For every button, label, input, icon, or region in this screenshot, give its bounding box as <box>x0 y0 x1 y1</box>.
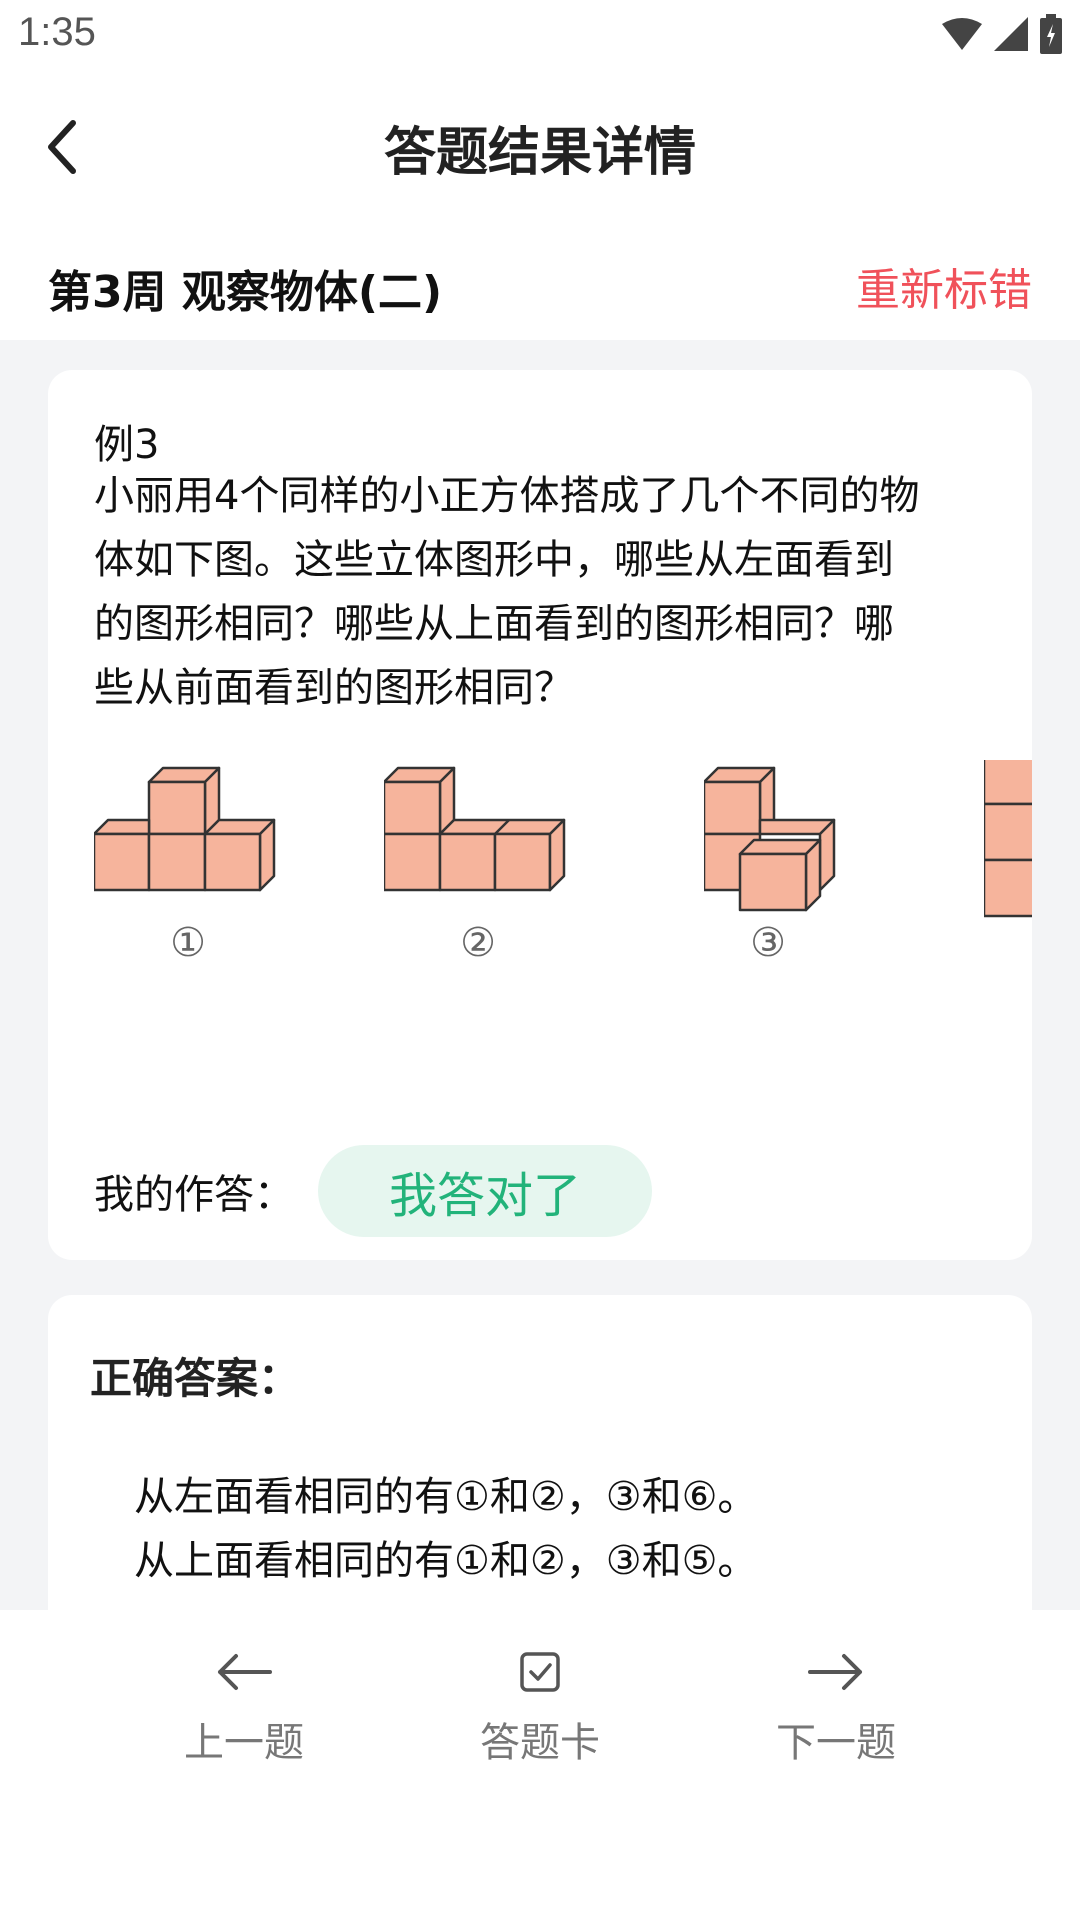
question-card: 例3 小丽用4个同样的小正方体搭成了几个不同的物 体如下图。这些立体图形中，哪些… <box>48 370 1032 1260</box>
bottom-nav: 上一题 答题卡 下一题 <box>0 1610 1080 1920</box>
cube-figure-3 <box>704 766 836 912</box>
my-answer-label: 我的作答： <box>94 1172 294 1218</box>
arrow-left-icon <box>218 1654 272 1690</box>
question-line: 些从前面看到的图形相同？ <box>94 665 574 711</box>
battery-icon <box>1040 14 1062 58</box>
app-header: 答题结果详情 <box>0 76 1080 216</box>
question-label: 例3 <box>94 422 160 468</box>
answer-line: 从左面看相同的有①和②，③和⑥。 <box>134 1474 758 1520</box>
cube-figure-4 <box>984 760 1032 918</box>
answer-line: 从上面看相同的有①和②，③和⑤。 <box>134 1538 758 1584</box>
question-line: 体如下图。这些立体图形中，哪些从左面看到 <box>94 537 894 583</box>
status-icons <box>942 14 1062 58</box>
figure-label-2: ② <box>460 920 496 966</box>
checkbox-icon <box>520 1652 560 1692</box>
correct-answer-text: 从左面看相同的有①和②，③和⑥。 从上面看相同的有①和②，③和⑤。 <box>134 1465 757 1593</box>
page-title: 答题结果详情 <box>383 123 696 183</box>
cube-figure-1 <box>94 766 276 892</box>
correct-answer-card: 正确答案： 从左面看相同的有①和②，③和⑥。 从上面看相同的有①和②，③和⑤。 <box>48 1295 1032 1610</box>
my-answer-badge: 我答对了 <box>318 1145 652 1237</box>
question-text: 小丽用4个同样的小正方体搭成了几个不同的物 体如下图。这些立体图形中，哪些从左面… <box>94 464 994 720</box>
figure-label-1: ① <box>170 920 206 966</box>
prev-question-button[interactable]: 上一题 <box>144 1642 344 1768</box>
answer-card-label: 答题卡 <box>480 1720 600 1766</box>
status-time: 1:35 <box>18 10 96 54</box>
next-question-button[interactable]: 下一题 <box>736 1642 936 1768</box>
answer-card-button[interactable]: 答题卡 <box>440 1642 640 1768</box>
arrow-right-icon <box>808 1654 862 1690</box>
correct-answer-title: 正确答案： <box>90 1354 301 1403</box>
content-area[interactable]: 例3 小丽用4个同样的小正方体搭成了几个不同的物 体如下图。这些立体图形中，哪些… <box>0 340 1080 1610</box>
signal-icon <box>994 17 1028 55</box>
cube-figure-2 <box>384 766 566 892</box>
next-question-label: 下一题 <box>776 1720 896 1766</box>
figure-label-3: ③ <box>750 920 786 966</box>
question-line: 小丽用4个同样的小正方体搭成了几个不同的物 <box>94 473 920 519</box>
wifi-icon <box>942 18 982 54</box>
question-figures: ① ② ③ <box>94 760 1032 980</box>
question-line: 的图形相同？哪些从上面看到的图形相同？哪 <box>94 601 894 647</box>
status-bar: 1:35 <box>0 0 1080 76</box>
remark-error-button[interactable]: 重新标错 <box>856 254 1032 318</box>
week-title: 第3周 观察物体(二) <box>48 267 443 318</box>
section-header: 第3周 观察物体(二) 重新标错 <box>0 216 1080 340</box>
my-answer-row: 我的作答： 我答对了 <box>94 1145 652 1237</box>
prev-question-label: 上一题 <box>184 1720 304 1766</box>
